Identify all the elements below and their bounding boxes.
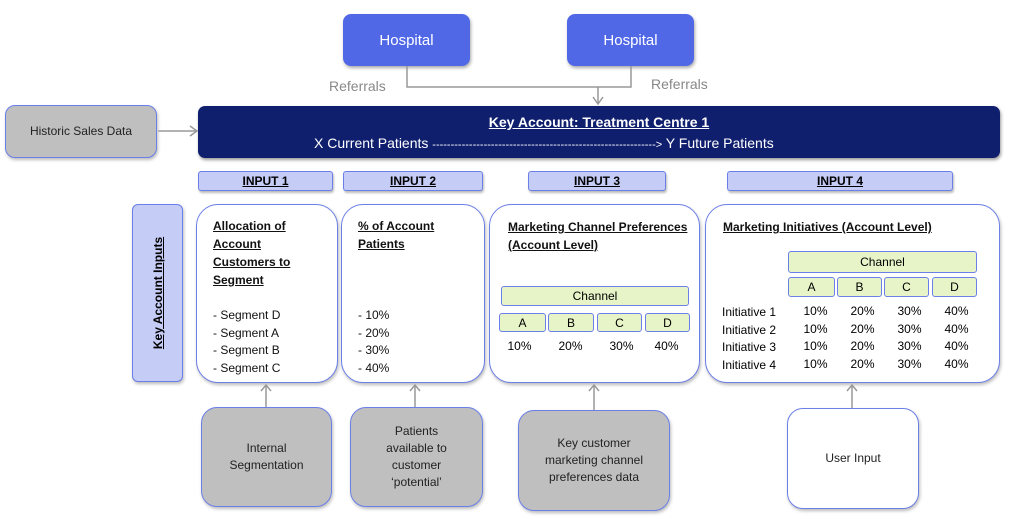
banner-flow: X Current Patients ---------------------… <box>314 135 774 151</box>
channel-value: 40% <box>654 339 679 353</box>
channel-value: 20% <box>558 339 583 353</box>
list-item: - Segment C <box>213 360 281 375</box>
card-account-patients: % of Account Patients - 10% - 20% - 30% … <box>341 204 485 383</box>
card-segment-allocation: Allocation of Account Customers to Segme… <box>196 204 338 383</box>
banner-title: Key Account: Treatment Centre 1 <box>488 114 710 130</box>
key-account-banner: Key Account: Treatment Centre 1 X Curren… <box>198 106 1000 158</box>
side-label-text: Key Account Inputs <box>150 236 165 350</box>
referrals-label-2: Referrals <box>651 76 708 92</box>
list-item: - 40% <box>358 360 390 375</box>
source-patients-available: Patients available to customer ‘potentia… <box>350 407 483 507</box>
input-1-tab: INPUT 1 <box>198 171 333 191</box>
table-row: Initiative 4 10% 20% 30% 40% <box>722 356 969 372</box>
input-3-tab: INPUT 3 <box>528 171 666 191</box>
initiative-col-a: A <box>788 277 835 297</box>
card2-title: % of Account Patients <box>358 219 435 251</box>
card3-title: Marketing Channel Preferences (Account L… <box>508 220 688 252</box>
list-item: - 10% <box>358 308 390 322</box>
initiative-col-b: B <box>837 277 882 297</box>
channel-value: 10% <box>507 339 532 353</box>
list-item: - 30% <box>358 343 390 357</box>
future-patients: Y Future Patients <box>665 135 774 151</box>
connectors <box>158 66 632 137</box>
card4-title: Marketing Initiatives (Account Level) <box>723 220 932 234</box>
input-4-tab: INPUT 4 <box>727 171 953 191</box>
channel-col-a: A <box>499 313 546 332</box>
input-2-tab: INPUT 2 <box>343 171 483 191</box>
historic-sales-data-node: Historic Sales Data <box>5 105 157 158</box>
channel-col-c: C <box>597 313 642 332</box>
channel-header: Channel <box>501 286 689 306</box>
initiatives-table: Initiative 1 10% 20% 30% 40% Initiative 2 10%… <box>722 304 980 374</box>
table-row: Initiative 3 10% 20% 30% 40% <box>722 339 969 354</box>
list-item: - Segment A <box>213 325 280 340</box>
referral-connector <box>406 66 632 88</box>
list-item: - Segment D <box>213 308 281 322</box>
initiative-col-c: C <box>884 277 929 297</box>
table-row: Initiative 1 10% 20% 30% 40% <box>722 304 969 319</box>
referrals-label-1: Referrals <box>329 78 386 94</box>
channel-col-d: D <box>645 313 690 332</box>
list-item: - 20% <box>358 325 390 340</box>
initiative-channel-header: Channel <box>788 251 977 273</box>
table-row: Initiative 2 10% 20% 30% 40% <box>722 321 969 337</box>
current-patients: X Current Patients <box>314 135 429 151</box>
key-account-inputs-label: Key Account Inputs <box>132 204 183 382</box>
list-item: - Segment B <box>213 343 280 357</box>
initiative-col-d: D <box>932 277 977 297</box>
card1-title: Allocation of Account Customers to Segme… <box>213 219 291 287</box>
flow-arrow: ----------------------------------------… <box>432 139 663 151</box>
source-user-input: User Input <box>787 408 919 509</box>
channel-value: 30% <box>609 339 634 353</box>
source-channel-preferences-data: Key customer marketing channel preferenc… <box>518 410 670 511</box>
source-internal-segmentation: Internal Segmentation <box>201 407 332 507</box>
channel-col-b: B <box>548 313 594 332</box>
